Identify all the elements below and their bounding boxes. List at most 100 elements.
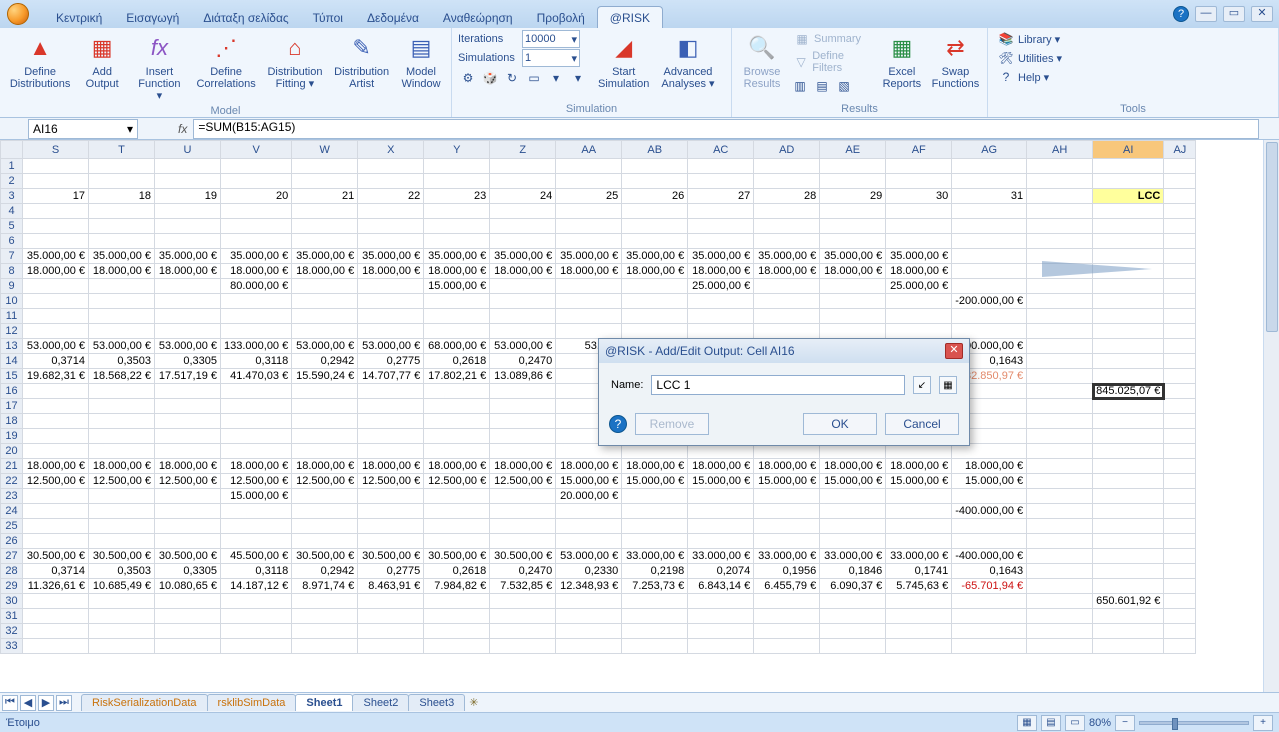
cell-AD5[interactable] [754, 219, 820, 234]
cell-AH9[interactable] [1027, 279, 1093, 294]
browse-results-button[interactable]: 🔍BrowseResults [738, 30, 786, 92]
cell-W3[interactable]: 21 [292, 189, 358, 204]
cell-U30[interactable] [155, 594, 221, 609]
cell-T15[interactable]: 18.568,22 € [89, 369, 155, 384]
cell-X32[interactable] [358, 624, 424, 639]
restore-button[interactable]: ▭ [1223, 6, 1245, 22]
cell-X25[interactable] [358, 519, 424, 534]
cell-AE31[interactable] [820, 609, 886, 624]
cell-Y4[interactable] [424, 204, 490, 219]
cell-AH14[interactable] [1027, 354, 1093, 369]
cell-S10[interactable] [23, 294, 89, 309]
cell-T9[interactable] [89, 279, 155, 294]
col-header-S[interactable]: S [23, 141, 89, 159]
cell-AF3[interactable]: 30 [886, 189, 952, 204]
excel-reports-button[interactable]: ▦ExcelReports [878, 30, 926, 92]
sheet-tab-sheet1[interactable]: Sheet1 [295, 694, 353, 711]
cell-AI16[interactable]: 845.025,07 € [1093, 384, 1164, 399]
cell-AJ31[interactable] [1164, 609, 1196, 624]
cell-AH28[interactable] [1027, 564, 1093, 579]
cell-AG27[interactable]: -400.000,00 € [952, 549, 1027, 564]
cell-W5[interactable] [292, 219, 358, 234]
cell-AI8[interactable] [1093, 264, 1164, 279]
cell-AE21[interactable]: 18.000,00 € [820, 459, 886, 474]
cell-X20[interactable] [358, 444, 424, 459]
cell-T27[interactable]: 30.500,00 € [89, 549, 155, 564]
cell-AH1[interactable] [1027, 159, 1093, 174]
cell-AJ6[interactable] [1164, 234, 1196, 249]
cell-U16[interactable] [155, 384, 221, 399]
cell-W4[interactable] [292, 204, 358, 219]
cell-AD1[interactable] [754, 159, 820, 174]
cell-Z9[interactable] [490, 279, 556, 294]
row-header-23[interactable]: 23 [1, 489, 23, 504]
cell-AD6[interactable] [754, 234, 820, 249]
cell-T25[interactable] [89, 519, 155, 534]
cell-T22[interactable]: 12.500,00 € [89, 474, 155, 489]
cell-AH18[interactable] [1027, 414, 1093, 429]
cell-AA29[interactable]: 12.348,93 € [556, 579, 622, 594]
cell-AH22[interactable] [1027, 474, 1093, 489]
cell-T20[interactable] [89, 444, 155, 459]
cell-Z7[interactable]: 35.000,00 € [490, 249, 556, 264]
cell-AG8[interactable] [952, 264, 1027, 279]
cell-AI21[interactable] [1093, 459, 1164, 474]
cell-AJ1[interactable] [1164, 159, 1196, 174]
cell-S33[interactable] [23, 639, 89, 654]
cell-AD21[interactable]: 18.000,00 € [754, 459, 820, 474]
cell-AC2[interactable] [688, 174, 754, 189]
sim-random-icon[interactable]: 🎲 [480, 68, 500, 88]
row-header-24[interactable]: 24 [1, 504, 23, 519]
cell-X6[interactable] [358, 234, 424, 249]
cell-W30[interactable] [292, 594, 358, 609]
help-button[interactable]: ?Help ▾ [994, 68, 1066, 86]
cell-AH19[interactable] [1027, 429, 1093, 444]
cell-Z28[interactable]: 0,2470 [490, 564, 556, 579]
cell-S1[interactable] [23, 159, 89, 174]
start-simulation-button[interactable]: ◢StartSimulation [594, 30, 653, 92]
cell-AH33[interactable] [1027, 639, 1093, 654]
cell-W19[interactable] [292, 429, 358, 444]
cell-AB6[interactable] [622, 234, 688, 249]
cell-S28[interactable]: 0,3714 [23, 564, 89, 579]
cell-AJ11[interactable] [1164, 309, 1196, 324]
cell-Y18[interactable] [424, 414, 490, 429]
cell-T31[interactable] [89, 609, 155, 624]
reference-picker-icon[interactable]: ↙ [913, 376, 931, 394]
tab-review[interactable]: Αναθεώρηση [431, 7, 525, 28]
cell-AH21[interactable] [1027, 459, 1093, 474]
cell-AG4[interactable] [952, 204, 1027, 219]
cell-U28[interactable]: 0,3305 [155, 564, 221, 579]
tab-data[interactable]: Δεδομένα [355, 7, 431, 28]
cell-AE32[interactable] [820, 624, 886, 639]
cell-AH8[interactable] [1027, 264, 1093, 279]
cell-AH15[interactable] [1027, 369, 1093, 384]
cell-AI28[interactable] [1093, 564, 1164, 579]
cell-AI20[interactable] [1093, 444, 1164, 459]
cell-AB12[interactable] [622, 324, 688, 339]
cell-X27[interactable]: 30.500,00 € [358, 549, 424, 564]
col-header-AE[interactable]: AE [820, 141, 886, 159]
cell-X3[interactable]: 22 [358, 189, 424, 204]
cell-V3[interactable]: 20 [221, 189, 292, 204]
cell-T21[interactable]: 18.000,00 € [89, 459, 155, 474]
cell-AD3[interactable]: 28 [754, 189, 820, 204]
cell-Y11[interactable] [424, 309, 490, 324]
cell-V15[interactable]: 41.470,03 € [221, 369, 292, 384]
cell-T33[interactable] [89, 639, 155, 654]
cell-Z30[interactable] [490, 594, 556, 609]
cell-U19[interactable] [155, 429, 221, 444]
cell-AF10[interactable] [886, 294, 952, 309]
cell-AH29[interactable] [1027, 579, 1093, 594]
cell-Z25[interactable] [490, 519, 556, 534]
cell-AH5[interactable] [1027, 219, 1093, 234]
cell-AJ4[interactable] [1164, 204, 1196, 219]
cell-Y25[interactable] [424, 519, 490, 534]
cell-Y3[interactable]: 23 [424, 189, 490, 204]
cell-AI11[interactable] [1093, 309, 1164, 324]
cell-AJ20[interactable] [1164, 444, 1196, 459]
cell-AG24[interactable]: -400.000,00 € [952, 504, 1027, 519]
cell-AJ21[interactable] [1164, 459, 1196, 474]
fx-icon[interactable]: fx [178, 122, 187, 136]
sim-lock-icon[interactable]: ▭ [524, 68, 544, 88]
